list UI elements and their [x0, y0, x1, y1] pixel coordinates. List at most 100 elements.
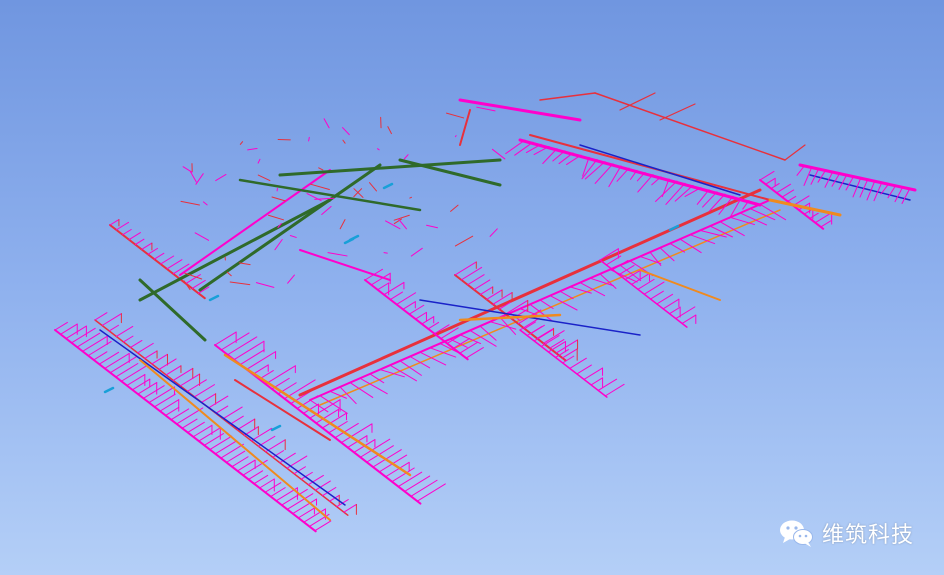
branch-pipe [109, 356, 137, 374]
branch-pipe [410, 247, 423, 257]
branch-pipe [229, 415, 244, 425]
branch-pipe [172, 263, 190, 275]
branch-pipe [489, 228, 498, 237]
branch-pipe [559, 290, 574, 300]
branch-pipe [454, 135, 457, 138]
branch-pipe [415, 311, 427, 320]
branch-pipe [165, 365, 182, 376]
3d-model-viewport[interactable]: 维筑科技 [0, 0, 944, 575]
branch-pipe [465, 347, 484, 359]
branch-pipe [246, 351, 277, 370]
branch-pipe [385, 461, 410, 478]
branch-pipe [82, 335, 108, 352]
branch-pipe [222, 406, 243, 420]
branch-pipe [115, 362, 139, 378]
branch-pipe [387, 126, 392, 135]
branch-pipe [264, 482, 282, 493]
branch-pipe [236, 418, 256, 431]
branch-pipe [327, 252, 348, 257]
branch-pipe [894, 186, 904, 203]
branch-pipe [353, 188, 364, 198]
branch-pipe [569, 357, 587, 369]
branch-pipe [214, 441, 236, 455]
branch-pipe [342, 127, 350, 136]
branch-pipe [194, 384, 215, 398]
branch-pipe [831, 172, 841, 187]
branch-pipe [257, 174, 271, 182]
main-pipe [109, 224, 206, 300]
branch-pipe [215, 405, 229, 414]
branch-pipe [639, 255, 662, 265]
branch-pipe [454, 235, 474, 247]
branch-pipe [166, 259, 183, 270]
branch-pipe [233, 340, 265, 361]
branch-pipe [71, 327, 96, 344]
branch-pipe [151, 353, 168, 365]
branch-pipe [202, 201, 208, 206]
roof-pipe [784, 144, 806, 161]
gas-pipe [278, 158, 502, 177]
gas-pipe [138, 278, 207, 342]
branch-pipe [181, 418, 198, 429]
branch-pipe [198, 427, 221, 442]
branch-pipe [147, 247, 159, 255]
branch-pipe [759, 170, 775, 181]
branch-pipe [533, 145, 550, 156]
branch-pipe [226, 271, 232, 277]
branch-pipe [427, 321, 440, 330]
branch-pipe [54, 321, 68, 331]
branch-pipe [215, 173, 227, 182]
branch-pipe [809, 212, 819, 219]
branch-pipe [270, 487, 286, 498]
fitting [382, 182, 394, 190]
branch-pipe [201, 393, 217, 403]
branch-pipe [101, 313, 122, 326]
branch-pipe [142, 385, 165, 399]
branch-pipe [250, 427, 273, 442]
fitting [103, 386, 115, 394]
branch-pipe [128, 232, 141, 241]
branch-pipe [194, 232, 210, 241]
branch-pipe [343, 503, 357, 513]
branch-pipe [524, 321, 537, 330]
branch-pipe [377, 282, 390, 291]
branch-pipe [314, 520, 332, 532]
supply-pipe [579, 144, 741, 196]
branch-pipe [526, 325, 543, 336]
branch-pipe [319, 395, 348, 414]
branch-pipe [416, 483, 446, 502]
branch-pipe [655, 180, 678, 202]
branch-pipe [279, 452, 296, 464]
branch-pipe [148, 386, 175, 404]
branch-pipe [408, 304, 425, 315]
branch-pipe [403, 154, 409, 160]
branch-pipe [179, 373, 201, 387]
hot-water-pipe [639, 269, 721, 301]
branch-pipe [130, 339, 143, 348]
branch-pipe [505, 139, 526, 155]
branch-pipe [540, 335, 560, 347]
branch-pipe [65, 325, 87, 340]
branch-pipe [259, 478, 275, 489]
branch-pipe [115, 221, 129, 231]
branch-pipe [231, 456, 249, 468]
branch-pipe [514, 141, 534, 156]
branch-pipe [238, 262, 251, 266]
branch-pipe [473, 279, 491, 291]
branch-pipe [476, 106, 496, 112]
branch-pipe [287, 274, 295, 284]
branch-pipe [650, 290, 664, 300]
roof-pipe [659, 103, 696, 121]
branch-pipe [594, 163, 614, 184]
branch-pipe [669, 242, 686, 253]
branch-pipe [252, 364, 269, 375]
branch-pipe [519, 317, 540, 331]
hot-water-pipe [223, 353, 412, 477]
pipe-network-model [54, 92, 917, 533]
loop-pipe [458, 98, 582, 122]
branch-pipe [662, 298, 680, 310]
branch-pipe [491, 148, 506, 160]
branch-pipe [253, 474, 269, 485]
branch-pipe [239, 141, 244, 145]
branch-pipe [410, 479, 438, 497]
